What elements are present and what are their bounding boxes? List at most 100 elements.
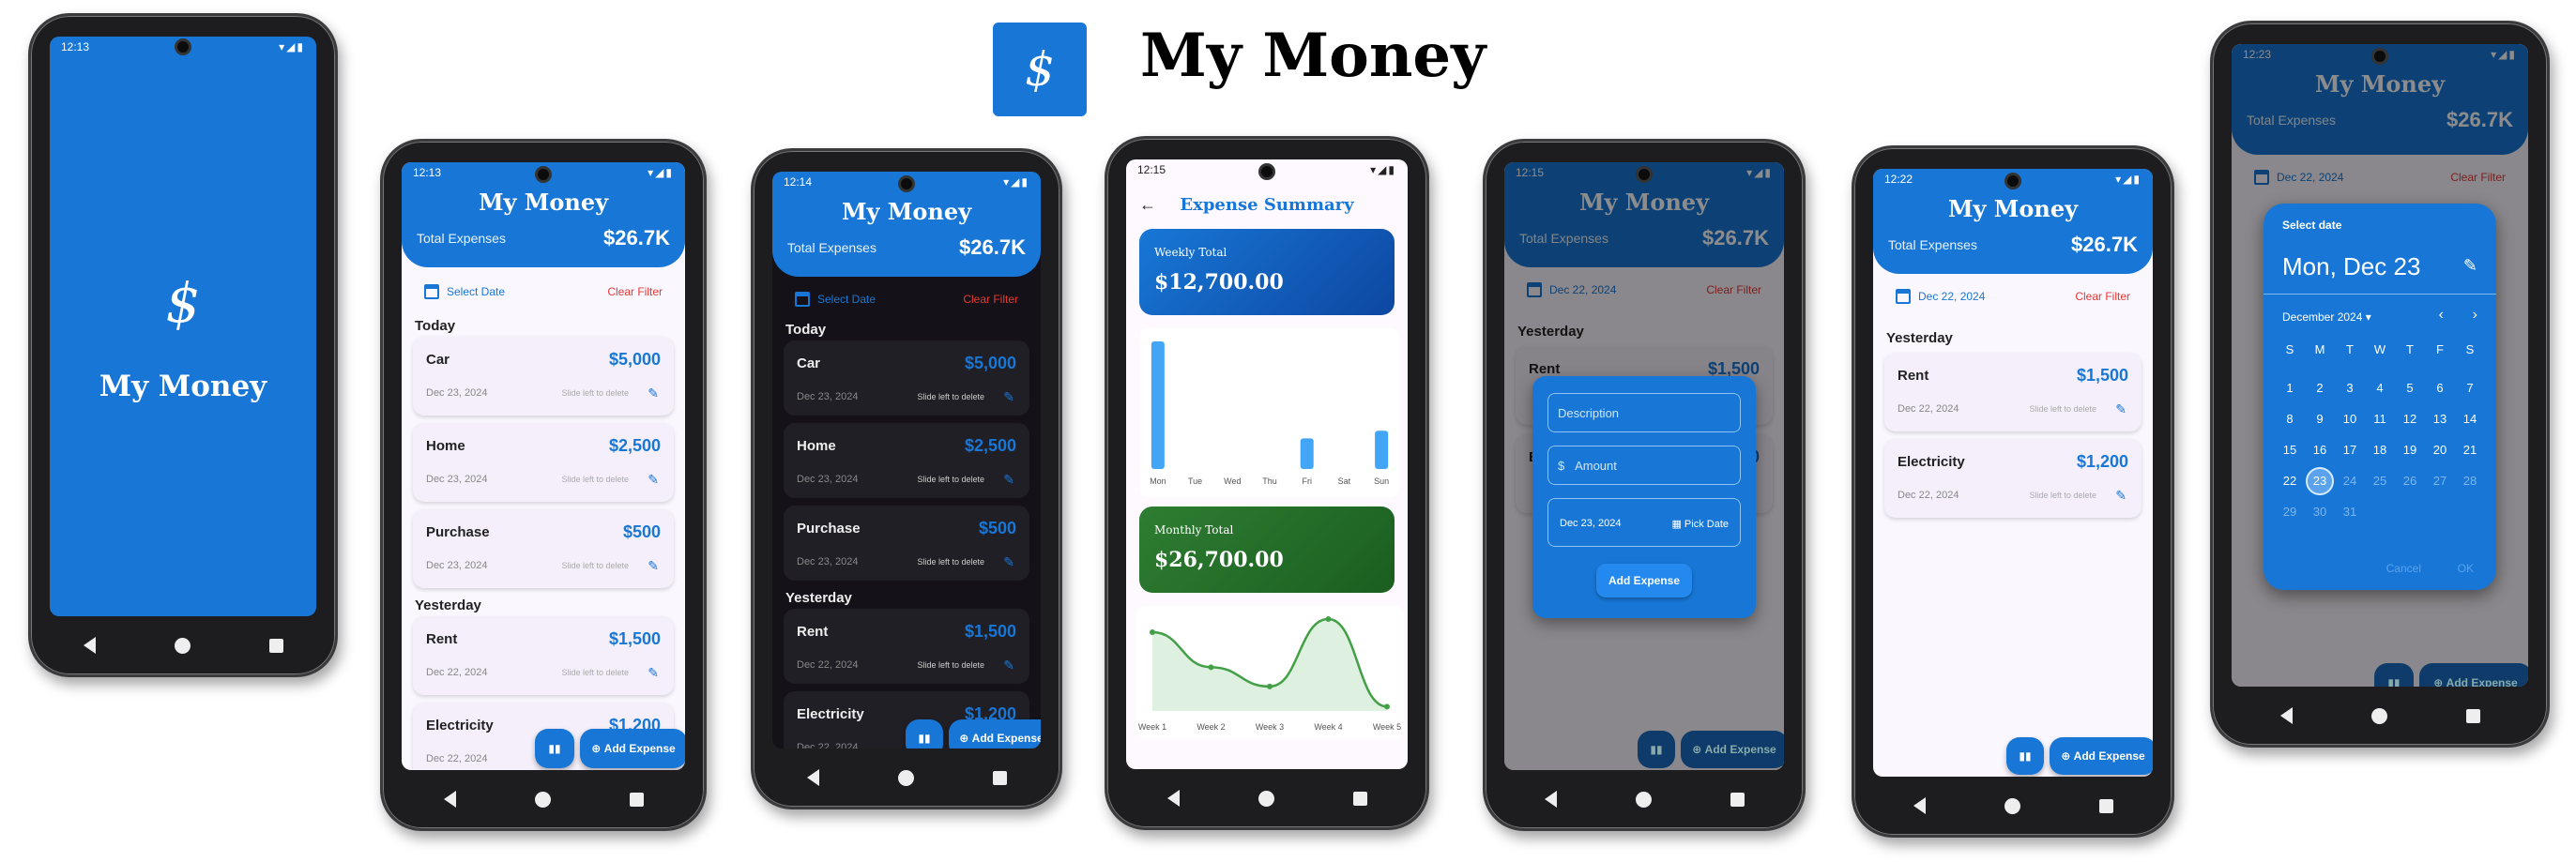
- ok-button[interactable]: OK: [2458, 562, 2474, 575]
- edit-icon[interactable]: ✎: [648, 558, 659, 574]
- stats-button[interactable]: ▮▮: [906, 719, 943, 749]
- day-cell[interactable]: 8: [2275, 403, 2305, 434]
- recents-icon[interactable]: [2465, 708, 2480, 723]
- edit-icon[interactable]: ✎: [648, 472, 659, 488]
- stats-button[interactable]: ▮▮: [2006, 737, 2044, 775]
- bar-sun: [1375, 431, 1389, 469]
- day-cell[interactable]: 15: [2275, 434, 2305, 465]
- day-cell[interactable]: 7: [2455, 372, 2485, 403]
- list-item[interactable]: Car $5,000 Dec 23, 2024 Slide left to delet…: [413, 337, 674, 416]
- list-item[interactable]: Rent $1,500 Dec 22, 2024 Slide left to dele…: [1884, 353, 2142, 431]
- x-tick-label: Thu: [1262, 476, 1277, 486]
- clear-filter-button[interactable]: Clear Filter: [2075, 290, 2130, 303]
- edit-icon[interactable]: ✎: [1003, 554, 1014, 570]
- home-icon[interactable]: [1258, 790, 1274, 807]
- select-date-button[interactable]: Select Date: [795, 292, 876, 307]
- day-cell[interactable]: 26: [2395, 465, 2425, 496]
- day-cell[interactable]: 4: [2365, 372, 2395, 403]
- home-icon[interactable]: [1635, 791, 1652, 808]
- recents-icon[interactable]: [992, 770, 1007, 785]
- home-icon[interactable]: [897, 769, 914, 786]
- splash-title: My Money: [99, 370, 267, 403]
- edit-icon[interactable]: ✎: [2115, 401, 2126, 417]
- day-cell[interactable]: 22: [2275, 465, 2305, 496]
- list-item[interactable]: Car $5,000 Dec 23, 2024 Slide left to delet…: [784, 340, 1029, 416]
- day-cell[interactable]: 10: [2335, 403, 2365, 434]
- amount-field[interactable]: $ Amount: [1547, 446, 1741, 485]
- day-selected[interactable]: 23: [2306, 466, 2334, 495]
- add-expense-button[interactable]: ⊕ Add Expense: [580, 729, 685, 768]
- day-cell[interactable]: 25: [2365, 465, 2395, 496]
- day-cell[interactable]: 24: [2335, 465, 2365, 496]
- clear-filter-button[interactable]: Clear Filter: [607, 285, 663, 298]
- back-icon[interactable]: [443, 791, 456, 808]
- day-cell[interactable]: 20: [2425, 434, 2455, 465]
- day-cell[interactable]: 1: [2275, 372, 2305, 403]
- day-cell[interactable]: 2: [2305, 372, 2335, 403]
- recents-icon[interactable]: [629, 792, 644, 807]
- add-expense-dialog: Description $ Amount Dec 23, 2024 ▦ Pick …: [1532, 376, 1756, 618]
- day-cell[interactable]: 14: [2455, 403, 2485, 434]
- recents-icon[interactable]: [1730, 792, 1745, 807]
- list-item[interactable]: Electricity $1,200 Dec 22, 2024 Slide left …: [1884, 439, 2142, 518]
- back-icon[interactable]: [806, 769, 819, 786]
- edit-icon[interactable]: ✎: [2115, 488, 2126, 504]
- day-cell[interactable]: 17: [2335, 434, 2365, 465]
- next-month-icon[interactable]: ›: [2473, 307, 2477, 324]
- prev-month-icon[interactable]: ‹: [2439, 307, 2444, 324]
- select-date-button[interactable]: Select Date: [424, 284, 505, 299]
- pick-date-button[interactable]: ▦ Pick Date: [1671, 518, 1729, 530]
- home-icon[interactable]: [2370, 707, 2387, 724]
- day-cell[interactable]: 5: [2395, 372, 2425, 403]
- day-cell[interactable]: 30: [2305, 496, 2335, 527]
- month-selector[interactable]: December 2024 ▾: [2282, 310, 2371, 324]
- day-cell[interactable]: 6: [2425, 372, 2455, 403]
- home-icon[interactable]: [534, 791, 551, 808]
- edit-icon[interactable]: ✎: [648, 386, 659, 401]
- day-cell[interactable]: 28: [2455, 465, 2485, 496]
- list-item[interactable]: Purchase $500 Dec 23, 2024 Slide left to de…: [784, 506, 1029, 581]
- edit-icon[interactable]: ✎: [1003, 472, 1014, 488]
- home-icon[interactable]: [2004, 797, 2020, 814]
- list-item[interactable]: Home $2,500 Dec 23, 2024 Slide left to dele…: [413, 423, 674, 502]
- day-cell[interactable]: 29: [2275, 496, 2305, 527]
- day-cell[interactable]: 11: [2365, 403, 2395, 434]
- cancel-button[interactable]: Cancel: [2386, 562, 2421, 575]
- home-icon[interactable]: [174, 637, 191, 654]
- recents-icon[interactable]: [268, 638, 283, 653]
- back-icon[interactable]: [2279, 707, 2293, 724]
- back-icon[interactable]: [1913, 797, 1926, 814]
- brand-title: My Money: [1140, 21, 1486, 91]
- back-icon[interactable]: [1166, 790, 1180, 807]
- day-cell[interactable]: 13: [2425, 403, 2455, 434]
- add-expense-button[interactable]: ⊕ Add Expense: [949, 719, 1041, 749]
- add-expense-button[interactable]: ⊕ Add Expense: [2050, 737, 2153, 775]
- stats-button[interactable]: ▮▮: [535, 729, 574, 768]
- dialog-add-button[interactable]: Add Expense: [1596, 564, 1692, 597]
- day-cell[interactable]: 9: [2305, 403, 2335, 434]
- list-item[interactable]: Rent $1,500 Dec 22, 2024 Slide left to dele…: [413, 616, 674, 695]
- day-cell[interactable]: 27: [2425, 465, 2455, 496]
- day-cell[interactable]: 18: [2365, 434, 2395, 465]
- edit-icon[interactable]: ✎: [1003, 658, 1014, 673]
- clear-filter-button[interactable]: Clear Filter: [963, 293, 1018, 306]
- edit-icon[interactable]: ✎: [2463, 256, 2477, 276]
- list-item[interactable]: Rent $1,500 Dec 22, 2024 Slide left to dele…: [784, 609, 1029, 684]
- back-icon[interactable]: [1544, 791, 1557, 808]
- day-cell[interactable]: 21: [2455, 434, 2485, 465]
- day-cell[interactable]: 12: [2395, 403, 2425, 434]
- day-cell[interactable]: 19: [2395, 434, 2425, 465]
- recents-icon[interactable]: [2098, 798, 2113, 813]
- edit-icon[interactable]: ✎: [648, 665, 659, 681]
- select-date-button[interactable]: Dec 22, 2024: [1896, 289, 1985, 304]
- list-item[interactable]: Purchase $500 Dec 23, 2024 Slide left to de…: [413, 509, 674, 588]
- day-cell[interactable]: 16: [2305, 434, 2335, 465]
- data-point: [1150, 629, 1155, 635]
- list-item[interactable]: Home $2,500 Dec 23, 2024 Slide left to dele…: [784, 423, 1029, 498]
- recents-icon[interactable]: [1352, 791, 1367, 806]
- description-field[interactable]: Description: [1547, 393, 1741, 432]
- day-cell[interactable]: 3: [2335, 372, 2365, 403]
- day-cell[interactable]: 31: [2335, 496, 2365, 527]
- back-icon[interactable]: [83, 637, 96, 654]
- edit-icon[interactable]: ✎: [1003, 389, 1014, 405]
